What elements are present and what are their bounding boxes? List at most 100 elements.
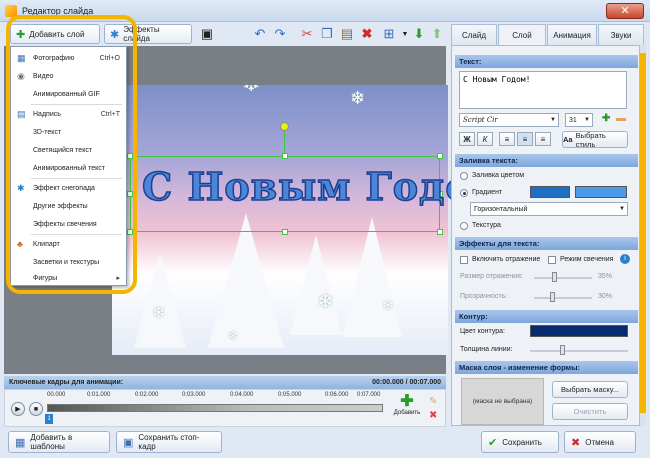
tab-animation[interactable]: Анимация [547, 24, 597, 45]
menu-item-other-effects[interactable]: Другие эффекты [11, 197, 126, 215]
checkmark-icon: ✔ [488, 436, 498, 449]
add-keyframe-label: Добавить [393, 410, 421, 416]
resize-handle[interactable] [282, 229, 288, 235]
move-up-icon[interactable]: ⬆ [426, 24, 448, 44]
resize-handle[interactable] [127, 229, 133, 235]
video-icon: ◉ [17, 70, 25, 81]
gradient-color-2[interactable] [575, 186, 627, 198]
tick-label: 0:01.000 [87, 392, 111, 398]
timeline-track[interactable] [47, 404, 383, 412]
menu-item-photo[interactable]: ▦ Фотографию Ctrl+O [11, 49, 126, 67]
menu-item-shapes[interactable]: Фигуры ▸ [11, 269, 126, 287]
align-left-icon: ≡ [504, 134, 510, 144]
decrease-size-icon[interactable]: ▬ [616, 113, 626, 124]
text-input[interactable]: С Новым Годом! [459, 71, 627, 109]
tab-slide[interactable]: Слайд [451, 24, 497, 45]
paste-icon[interactable]: ▤ [336, 24, 358, 44]
menu-item-caption[interactable]: ▤ Надпись Ctrl+T [11, 105, 126, 123]
tab-bar: Слайд Слой Анимация Звуки [451, 24, 646, 45]
choose-mask-button[interactable]: Выбрать маску... [552, 381, 628, 398]
undo-icon[interactable]: ↶ [249, 24, 271, 44]
gradient-color-1[interactable] [530, 186, 570, 198]
scrollbar-thumb[interactable] [640, 53, 646, 413]
add-icon: ✚ [16, 28, 26, 41]
italic-button[interactable]: К [477, 132, 493, 146]
resize-handle[interactable] [437, 229, 443, 235]
gradient-radio[interactable] [460, 189, 468, 197]
cut-icon[interactable]: ✂ [296, 24, 318, 44]
menu-item-video[interactable]: ◉ Видео [11, 67, 126, 85]
timeline-ruler: 00.000 0:01.000 0:02.000 0:03.000 0:04.0… [47, 392, 383, 402]
menu-item-clipart[interactable]: ♣ Клипарт [11, 235, 126, 253]
snowy-tree [208, 213, 284, 348]
cancel-button[interactable]: ✖ Отмена [564, 431, 636, 453]
font-size-select[interactable]: 31 ▼ [565, 113, 593, 127]
save-frame-button[interactable]: ▣ Сохранить стоп-кадр [116, 431, 222, 453]
texture-label: Текстура [472, 222, 501, 229]
menu-item-glowing-text[interactable]: Светящийся текст [11, 141, 126, 159]
add-keyframe-button[interactable]: ✚ Добавить [391, 394, 423, 424]
resize-handle[interactable] [282, 153, 288, 159]
fill-color-radio[interactable] [460, 172, 468, 180]
font-select[interactable]: Script Cir ▼ [459, 113, 559, 127]
copy-icon[interactable]: ❐ [316, 24, 338, 44]
snowflake-decoration: ❄ [242, 85, 260, 97]
tab-layer[interactable]: Слой [498, 24, 546, 45]
menu-item-glow-effects[interactable]: Эффекты свечения [11, 215, 126, 233]
slider-knob[interactable] [560, 345, 565, 355]
info-icon[interactable]: i [620, 254, 630, 264]
transparency-value[interactable]: 30% [580, 293, 612, 305]
section-header: Текст: [455, 55, 638, 68]
outline-color-label: Цвет контура: [460, 328, 505, 335]
add-to-templates-button[interactable]: ▦ Добавить в шаблоны [8, 431, 110, 453]
resize-handle[interactable] [437, 153, 443, 159]
keyframe-marker[interactable]: 1 [45, 414, 53, 424]
reflection-checkbox[interactable] [460, 256, 468, 264]
slider-knob[interactable] [550, 292, 555, 302]
menu-item-label: Надпись [33, 110, 61, 118]
tick-label: 0:02.000 [135, 392, 159, 398]
align-right-button[interactable]: ≡ [535, 132, 551, 146]
rotate-handle[interactable] [280, 122, 289, 131]
resize-handle[interactable] [127, 153, 133, 159]
add-layer-button[interactable]: ✚ Добавить слой [10, 24, 100, 44]
choose-style-button[interactable]: Aa Выбрать стиль [562, 131, 628, 149]
slide-effects-button[interactable]: ✱ Эффекты слайда [104, 24, 192, 44]
resize-handle[interactable] [127, 191, 133, 197]
delete-icon[interactable]: ✖ [356, 24, 378, 44]
glow-checkbox[interactable] [548, 256, 556, 264]
save-button[interactable]: ✔ Сохранить [481, 431, 559, 453]
menu-item-snowfall[interactable]: ✱ Эффект снегопада [11, 179, 126, 197]
close-window-button[interactable]: ✕ [606, 3, 644, 19]
increase-size-icon[interactable]: ✚ [602, 113, 610, 124]
play-button[interactable]: ▶ [11, 402, 25, 416]
screen-icon[interactable]: ▣ [196, 24, 218, 44]
scrollbar[interactable] [640, 45, 646, 426]
slide-effects-label: Эффекты слайда [123, 25, 160, 43]
edit-keyframe-icon[interactable]: ✎ [429, 396, 437, 407]
gradient-type-select[interactable]: Горизонтальный ▼ [470, 202, 628, 216]
redo-icon[interactable]: ↷ [269, 24, 291, 44]
timeline-title: Ключевые кадры для анимации: [9, 379, 124, 386]
bold-button[interactable]: Ж [459, 132, 475, 146]
text-icon: ▤ [17, 108, 26, 119]
submenu-arrow-icon: ▸ [116, 275, 120, 282]
line-width-slider[interactable] [530, 350, 628, 352]
texture-radio[interactable] [460, 222, 468, 230]
outline-color-swatch[interactable] [530, 325, 628, 337]
play-icon: ▶ [15, 406, 21, 413]
menu-item-gif[interactable]: Анимированный GIF [11, 85, 126, 103]
menu-item-3d-text[interactable]: 3D-текст [11, 123, 126, 141]
delete-keyframe-icon[interactable]: ✖ [429, 410, 437, 421]
transparency-label: Прозрачность: [460, 293, 508, 300]
mask-preview: (маска не выбрана) [461, 378, 544, 425]
slider-knob[interactable] [552, 272, 557, 282]
menu-item-animated-text[interactable]: Анимированный текст [11, 159, 126, 177]
stop-button[interactable]: ■ [29, 402, 43, 416]
clear-mask-button[interactable]: Очистить [552, 403, 628, 420]
align-left-button[interactable]: ≡ [499, 132, 515, 146]
menu-item-label: Фотографию [33, 54, 75, 62]
reflection-size-value[interactable]: 35% [580, 273, 612, 285]
tab-sounds[interactable]: Звуки [598, 24, 644, 45]
align-center-button[interactable]: ≡ [517, 132, 533, 146]
